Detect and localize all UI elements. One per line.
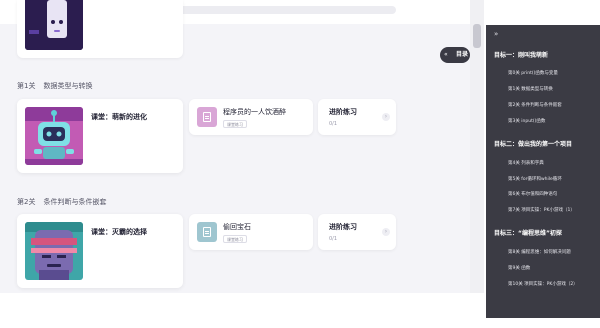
catalog-sidebar: » 目标一：刚叫我萌新 第0关 print()函数与变量 第1关 数据类型与转换… [486, 25, 600, 318]
lesson-item[interactable]: 第5关 for循环和while循环 [508, 176, 562, 182]
lesson-item[interactable]: 第2关 条件判断与条件嵌套 [508, 102, 562, 108]
lesson-item[interactable]: 第0关 print()函数与变量 [508, 70, 558, 76]
exercise-title: 偷回宝石 [223, 223, 251, 231]
catalog-toggle-label: 目录 [456, 51, 469, 58]
section-title: 第2关 条件判断与条件嵌套 [17, 197, 106, 207]
document-icon [197, 107, 217, 127]
advanced-practice-card[interactable]: 进阶练习 0/1 › [318, 99, 396, 135]
lesson-item[interactable]: 第6关 布尔值和四种语句 [508, 191, 557, 197]
goal-heading[interactable]: 目标一：刚叫我萌新 [494, 50, 548, 59]
chevron-double-left-icon: « [444, 51, 448, 58]
section-number: 第2关 [17, 198, 36, 206]
exercise-title: 程序员的一人饮酒醉 [223, 108, 286, 116]
course-illustration [25, 107, 83, 165]
exercise-tag: 课堂练习 [223, 235, 247, 243]
course-title: 课堂：灭霸的选择 [91, 228, 147, 236]
practice-progress: 0/1 [329, 121, 338, 127]
document-icon [197, 222, 217, 242]
practice-title: 进阶练习 [329, 223, 357, 231]
lesson-item[interactable]: 第7关 项目实操：PK小游戏（1） [508, 207, 575, 213]
app-window: 第1关 数据类型与转换 课堂：萌新的进化 程序员的一人饮酒醉 课堂练习 进阶练习… [0, 0, 600, 328]
section-number: 第1关 [17, 82, 36, 90]
exercise-card[interactable]: 偷回宝石 课堂练习 [189, 214, 313, 250]
lesson-item[interactable]: 第9关 函数 [508, 265, 530, 271]
sidebar-fade [486, 296, 600, 318]
course-map-panel: 第1关 数据类型与转换 课堂：萌新的进化 程序员的一人饮酒醉 课堂练习 进阶练习… [0, 0, 470, 293]
course-illustration [25, 222, 83, 280]
section-name: 条件判断与条件嵌套 [43, 198, 107, 206]
scrollbar[interactable] [470, 0, 484, 293]
lesson-item[interactable]: 第4关 列表和字典 [508, 160, 544, 166]
goal-heading[interactable]: 目标三：“编程思维”初探 [494, 228, 562, 237]
previous-course-card[interactable] [17, 0, 183, 58]
section-name: 数据类型与转换 [43, 82, 93, 90]
scrollbar-thumb[interactable] [473, 24, 481, 48]
course-card[interactable]: 课堂：灭霸的选择 [17, 214, 183, 288]
section-title: 第1关 数据类型与转换 [17, 81, 92, 91]
exercise-card[interactable]: 程序员的一人饮酒醉 课堂练习 [189, 99, 313, 135]
goal-heading[interactable]: 目标二：做出我的第一个项目 [494, 139, 572, 148]
practice-title: 进阶练习 [329, 108, 357, 116]
course-title: 课堂：萌新的进化 [91, 113, 147, 121]
chevron-right-icon[interactable]: › [382, 228, 390, 236]
lesson-item[interactable]: 第3关 input()函数 [508, 118, 545, 124]
advanced-practice-card[interactable]: 进阶练习 0/1 › [318, 214, 396, 250]
course-card[interactable]: 课堂：萌新的进化 [17, 99, 183, 173]
lesson-item[interactable]: 第8关 编程思维：如何解决问题 [508, 249, 571, 255]
catalog-toggle-button[interactable]: « 目录 [440, 47, 470, 63]
course-illustration [25, 0, 83, 50]
lesson-item[interactable]: 第1关 数据类型与转换 [508, 86, 553, 92]
lesson-item[interactable]: 第10关 项目实操：PK小游戏（2） [508, 281, 578, 287]
chevron-double-right-icon[interactable]: » [494, 30, 498, 38]
chevron-right-icon[interactable]: › [382, 113, 390, 121]
practice-progress: 0/1 [329, 236, 338, 242]
exercise-tag: 课堂练习 [223, 120, 247, 128]
